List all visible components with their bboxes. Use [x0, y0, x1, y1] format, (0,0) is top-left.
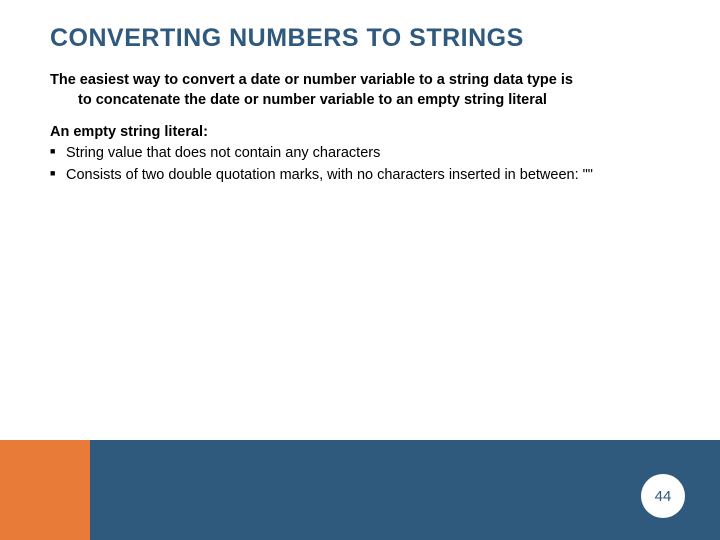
list-item: Consists of two double quotation marks, …	[50, 166, 670, 186]
intro-line-1: The easiest way to convert a date or num…	[50, 72, 573, 88]
subheading: An empty string literal:	[50, 124, 670, 140]
intro-line-2: to concatenate the date or number variab…	[50, 91, 670, 111]
list-item: String value that does not contain any c…	[50, 144, 670, 164]
slide: CONVERTING NUMBERS TO STRINGS The easies…	[0, 0, 720, 540]
footer-accent-blue	[90, 440, 720, 540]
bullet-list: String value that does not contain any c…	[50, 144, 670, 185]
footer-bar	[0, 440, 720, 540]
footer-accent-orange	[0, 440, 90, 540]
intro-paragraph: The easiest way to convert a date or num…	[50, 71, 670, 110]
page-number-badge: 44	[641, 474, 685, 518]
page-number: 44	[655, 488, 672, 505]
slide-title: CONVERTING NUMBERS TO STRINGS	[50, 24, 670, 53]
